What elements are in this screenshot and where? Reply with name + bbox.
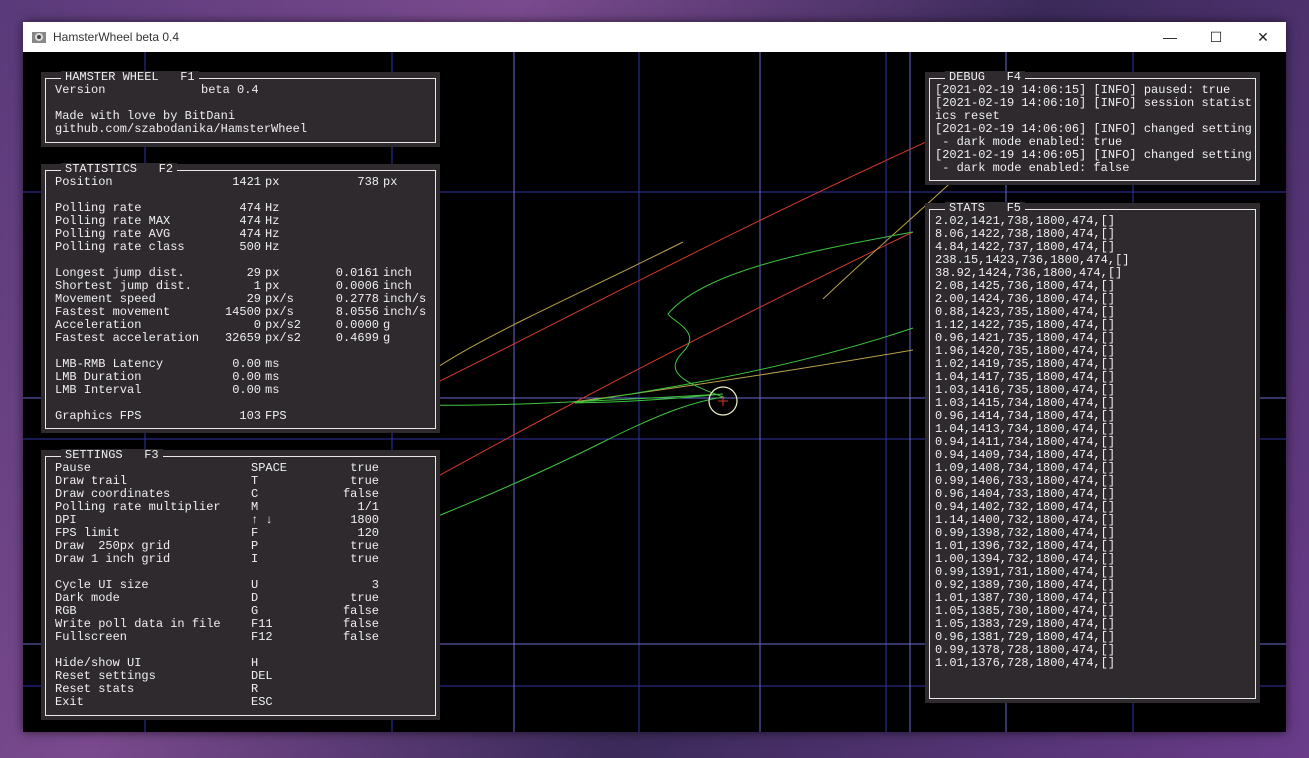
debug-panel: DEBUG F4 [2021-02-19 14:06:15] [INFO] pa… <box>925 71 1260 185</box>
trail-yellow <box>387 151 984 406</box>
setting-key: F12 <box>251 630 273 644</box>
stat-label: Fastest acceleration <box>55 331 200 345</box>
stat-value: 32659 <box>224 331 261 345</box>
statistics-panel: STATISTICS F2 Position 1421 px 738 px Po… <box>41 163 440 433</box>
setting-key: I <box>251 552 259 566</box>
hamster-app-icon <box>32 32 46 43</box>
stat-unit: Hz <box>265 240 280 254</box>
stat-value: 29 <box>246 266 261 280</box>
stats-log-line: 1.01,1376,728,1800,474,[] <box>935 656 1116 670</box>
setting-value: false <box>342 630 379 644</box>
stat-label: Graphics FPS <box>55 409 142 423</box>
minimize-button[interactable]: — <box>1147 22 1193 52</box>
maximize-button[interactable]: ☐ <box>1193 22 1239 52</box>
stat-value: 500 <box>239 240 261 254</box>
position-y: 738 <box>357 175 379 189</box>
app-window: HamsterWheel beta 0.4 — ☐ ✕ HAMSTER WHEE… <box>23 22 1286 732</box>
version-label: Version <box>55 83 106 97</box>
stat-value: 14500 <box>224 305 261 319</box>
window-title: HamsterWheel beta 0.4 <box>53 30 180 44</box>
position-x: 1421 <box>232 175 261 189</box>
stat-value-secondary: 0.4699 <box>335 331 379 345</box>
github-link[interactable]: github.com/szabodanika/HamsterWheel <box>55 123 307 136</box>
stat-unit: ms <box>265 383 280 397</box>
setting-label[interactable]: Exit <box>55 696 84 709</box>
stat-label: Polling rate class <box>55 240 185 254</box>
stat-value: 0.00 <box>232 383 261 397</box>
close-button[interactable]: ✕ <box>1240 22 1286 52</box>
setting-label[interactable]: Polling rate multiplier <box>55 501 221 514</box>
setting-label[interactable]: Fullscreen <box>55 631 127 644</box>
debug-log-line: - dark mode enabled: false <box>935 161 1130 175</box>
stat-label: LMB Interval <box>55 383 142 397</box>
version-value: beta 0.4 <box>201 83 259 97</box>
title-bar[interactable]: HamsterWheel beta 0.4 — ☐ ✕ <box>23 22 1286 52</box>
stat-unit-secondary: g <box>383 331 391 345</box>
setting-label[interactable]: Draw 1 inch grid <box>55 553 170 566</box>
stat-value: 103 <box>239 409 261 423</box>
stats-panel: STATS F5 2.02,1421,738,1800,474,[] 8.06,1… <box>925 202 1260 703</box>
position-x-unit: px <box>265 175 280 189</box>
hamster-wheel-panel: HAMSTER WHEEL F1 Version beta 0.4 Made w… <box>41 71 440 147</box>
tracking-canvas[interactable]: HAMSTER WHEEL F1 Version beta 0.4 Made w… <box>23 52 1286 732</box>
stat-unit: FPS <box>265 409 287 423</box>
setting-value: true <box>350 552 379 566</box>
setting-key: ESC <box>251 695 273 709</box>
position-label: Position <box>55 175 113 189</box>
settings-panel: SETTINGS F3 Pause SPACE true Draw trail Ttru… <box>41 449 440 720</box>
stat-unit: px/s2 <box>265 331 302 345</box>
position-y-unit: px <box>383 175 398 189</box>
